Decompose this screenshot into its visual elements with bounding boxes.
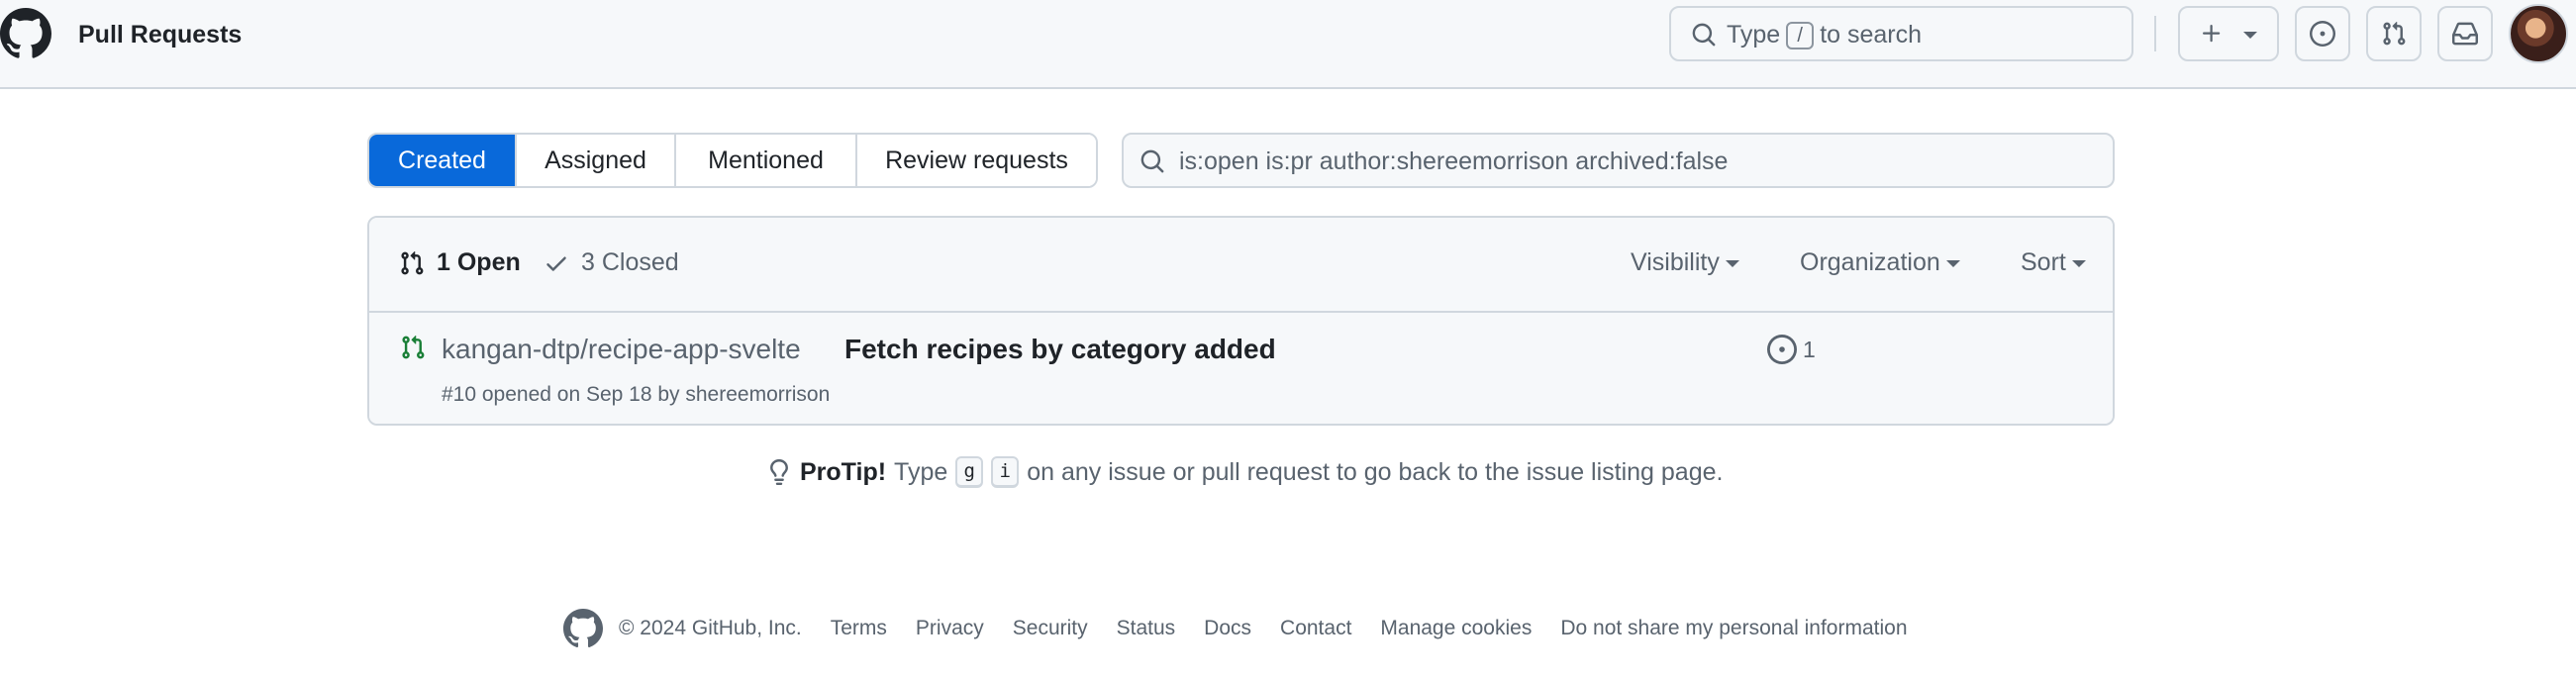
site-footer: © 2024 GitHub, Inc. Terms Privacy Securi… bbox=[563, 609, 1908, 648]
footer-link-status[interactable]: Status bbox=[1117, 617, 1176, 640]
footer-link-terms[interactable]: Terms bbox=[831, 617, 887, 640]
search-placeholder: Type / to search bbox=[1727, 21, 1923, 50]
visibility-dropdown[interactable]: Visibility bbox=[1631, 248, 1739, 277]
app-header: Pull Requests Type / to search bbox=[0, 0, 2576, 89]
tab-review-requests[interactable]: Review requests bbox=[855, 135, 1096, 186]
user-avatar[interactable] bbox=[2509, 4, 2568, 63]
search-prefix: Type bbox=[1727, 21, 1781, 49]
search-icon bbox=[1691, 22, 1717, 48]
triangle-down-icon bbox=[2243, 31, 2257, 39]
create-new-button[interactable] bbox=[2178, 6, 2279, 61]
header-divider bbox=[2154, 16, 2156, 51]
protip: ProTip! Type g i on any issue or pull re… bbox=[766, 456, 1723, 488]
protip-text-after: on any issue or pull request to go back … bbox=[1027, 457, 1724, 486]
open-count-label: 1 Open bbox=[437, 248, 521, 276]
footer-link-security[interactable]: Security bbox=[1013, 617, 1088, 640]
kbd-key-i: i bbox=[991, 456, 1020, 488]
list-header: 1 Open 3 Closed Visibility Organization … bbox=[369, 218, 2113, 313]
footer-link-manage-cookies[interactable]: Manage cookies bbox=[1380, 617, 1532, 640]
light-bulb-icon bbox=[766, 458, 792, 486]
plus-icon bbox=[2200, 22, 2224, 46]
open-filter-link[interactable]: 1 Open bbox=[399, 248, 521, 277]
footer-link-privacy[interactable]: Privacy bbox=[916, 617, 984, 640]
git-pull-request-open-icon bbox=[400, 335, 426, 360]
sort-dropdown[interactable]: Sort bbox=[2021, 248, 2086, 277]
pull-request-list: 1 Open 3 Closed Visibility Organization … bbox=[367, 216, 2115, 426]
triangle-down-icon bbox=[1945, 260, 1960, 267]
git-pull-request-icon bbox=[2381, 21, 2407, 47]
tab-assigned[interactable]: Assigned bbox=[515, 135, 674, 186]
protip-text-before: Type bbox=[894, 457, 948, 486]
global-search-button[interactable]: Type / to search bbox=[1669, 6, 2133, 61]
organization-dropdown[interactable]: Organization bbox=[1800, 248, 1960, 277]
inbox-button[interactable] bbox=[2437, 6, 2493, 61]
git-pull-request-icon bbox=[399, 250, 425, 276]
kbd-key-g: g bbox=[955, 456, 984, 488]
your-pull-requests-button[interactable] bbox=[2366, 6, 2422, 61]
github-logo-icon[interactable] bbox=[563, 609, 603, 648]
filter-search-box bbox=[1122, 133, 2115, 188]
tab-created[interactable]: Created bbox=[369, 135, 515, 186]
list-item: kangan-dtp/recipe-app-svelte Fetch recip… bbox=[369, 315, 2113, 424]
triangle-down-icon bbox=[2071, 260, 2086, 267]
sort-label: Sort bbox=[2021, 248, 2066, 276]
issue-opened-icon bbox=[1767, 335, 1797, 364]
closed-count-label: 3 Closed bbox=[581, 248, 679, 276]
closed-filter-link[interactable]: 3 Closed bbox=[544, 248, 679, 277]
footer-link-contact[interactable]: Contact bbox=[1280, 617, 1351, 640]
protip-label: ProTip! bbox=[800, 457, 887, 486]
tab-mentioned[interactable]: Mentioned bbox=[674, 135, 855, 186]
linked-issues-count: 1 bbox=[1803, 336, 1816, 362]
pull-request-title-link[interactable]: Fetch recipes by category added bbox=[844, 333, 1276, 366]
github-logo-icon[interactable] bbox=[0, 8, 51, 59]
footer-link-do-not-share[interactable]: Do not share my personal information bbox=[1560, 617, 1907, 640]
check-icon bbox=[544, 250, 569, 276]
organization-label: Organization bbox=[1800, 248, 1940, 276]
search-suffix: to search bbox=[1820, 21, 1923, 49]
footer-link-docs[interactable]: Docs bbox=[1204, 617, 1251, 640]
linked-issues-link[interactable]: 1 bbox=[1767, 335, 1816, 364]
pull-request-subnav: Created Assigned Mentioned Review reques… bbox=[367, 133, 1098, 188]
issue-opened-icon bbox=[2310, 21, 2335, 47]
visibility-label: Visibility bbox=[1631, 248, 1720, 276]
triangle-down-icon bbox=[1725, 260, 1739, 267]
inbox-icon bbox=[2452, 21, 2478, 47]
your-issues-button[interactable] bbox=[2295, 6, 2350, 61]
search-shortcut-key: / bbox=[1786, 22, 1815, 50]
pull-request-meta: #10 opened on Sep 18 by shereemorrison bbox=[442, 383, 831, 406]
page-title[interactable]: Pull Requests bbox=[78, 18, 242, 51]
search-icon bbox=[1139, 148, 1165, 174]
repo-link[interactable]: kangan-dtp/recipe-app-svelte bbox=[442, 333, 801, 366]
filter-input[interactable] bbox=[1179, 143, 2090, 180]
copyright: © 2024 GitHub, Inc. bbox=[619, 617, 802, 639]
